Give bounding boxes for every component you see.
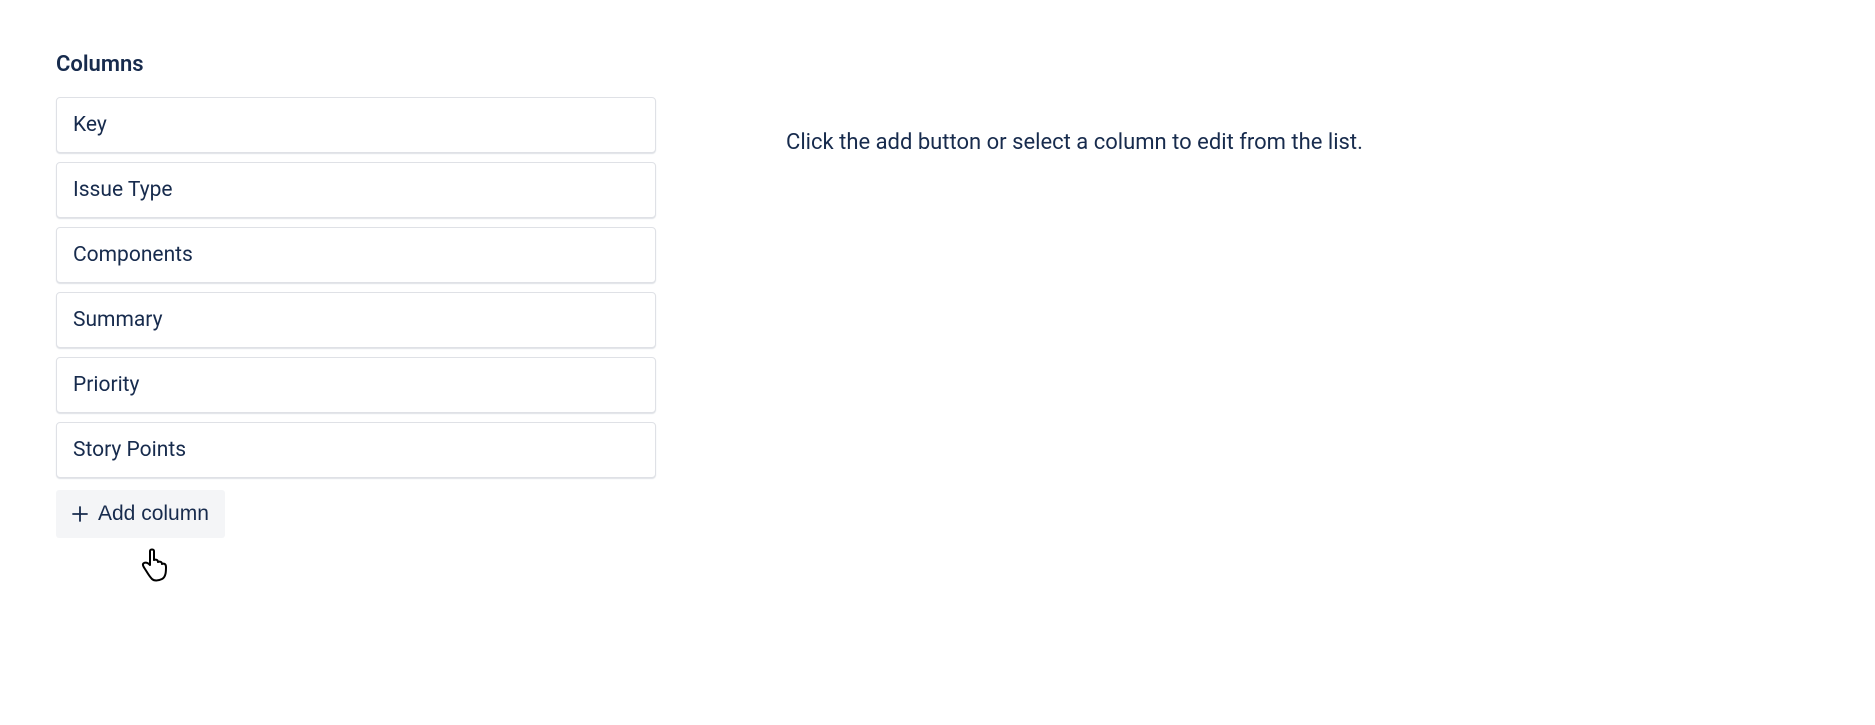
cursor-pointer-icon — [138, 547, 172, 589]
hint-panel: Click the add button or select a column … — [786, 52, 1819, 538]
columns-heading: Columns — [56, 52, 656, 77]
column-item-key[interactable]: Key — [56, 97, 656, 153]
column-item-components[interactable]: Components — [56, 227, 656, 283]
column-item-priority[interactable]: Priority — [56, 357, 656, 413]
plus-icon — [70, 504, 90, 524]
add-column-label: Add column — [98, 502, 209, 526]
hint-text: Click the add button or select a column … — [786, 130, 1819, 155]
column-list: Key Issue Type Components Summary Priori… — [56, 97, 656, 478]
columns-panel: Columns Key Issue Type Components Summar… — [56, 52, 656, 538]
add-column-button[interactable]: Add column — [56, 490, 225, 538]
column-item-issue-type[interactable]: Issue Type — [56, 162, 656, 218]
column-item-summary[interactable]: Summary — [56, 292, 656, 348]
column-item-story-points[interactable]: Story Points — [56, 422, 656, 478]
